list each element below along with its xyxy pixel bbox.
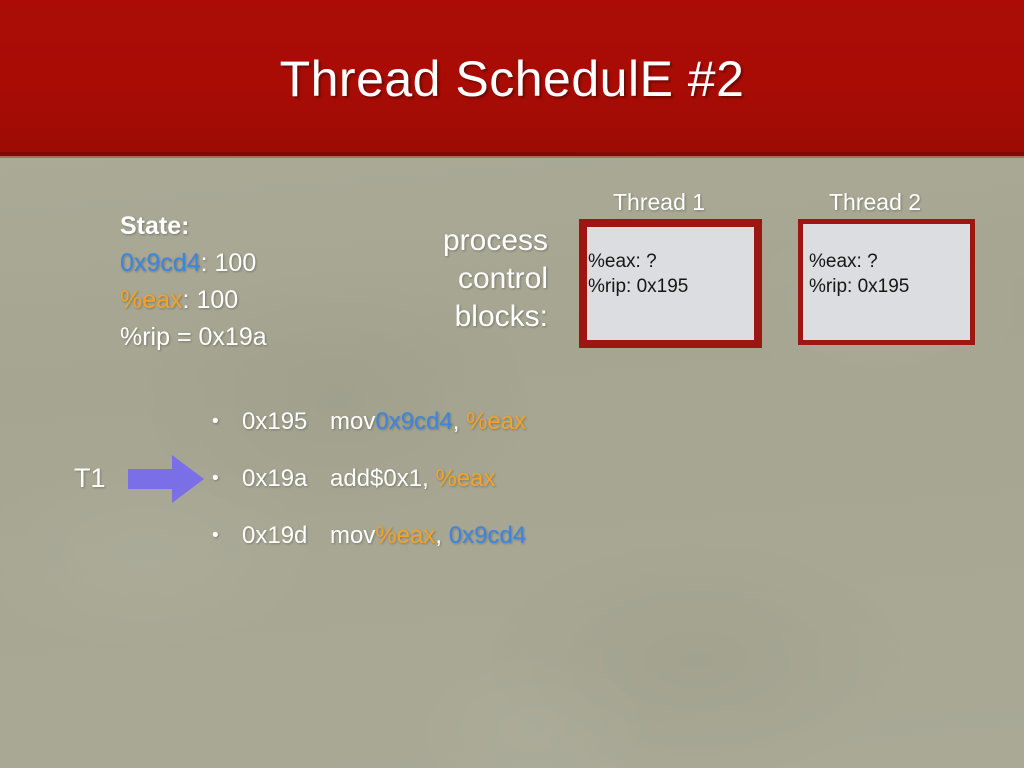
pcb-label-line-2: control bbox=[457, 262, 548, 295]
instruction-comma: , bbox=[422, 465, 436, 492]
instruction-row: • 0x19d mov %eax, 0x9cd4 bbox=[212, 518, 682, 575]
state-block: State: 0x9cd4: 100 %eax: 100 %rip = 0x19… bbox=[120, 208, 380, 356]
instruction-mnemonic: mov bbox=[330, 408, 376, 435]
state-line-rip: %rip = 0x19a bbox=[120, 319, 380, 356]
instruction-operand-2: %eax bbox=[435, 465, 496, 492]
state-heading: State: bbox=[120, 212, 190, 240]
instruction-operand-2: 0x9cd4 bbox=[448, 522, 527, 549]
state-sep-mem: : bbox=[200, 249, 215, 277]
instruction-operand-1: 0x9cd4 bbox=[375, 408, 453, 435]
instruction-address: 0x195 bbox=[242, 408, 308, 435]
instruction-mnemonic: mov bbox=[330, 522, 376, 549]
slide-canvas: Thread SchedulE #2 State: 0x9cd4: 100 %e… bbox=[0, 0, 1024, 768]
current-thread-marker-label: T1 bbox=[74, 463, 106, 493]
state-value-eax: 100 bbox=[196, 286, 239, 314]
instruction-operand-2: %eax bbox=[466, 408, 527, 435]
state-sep-rip: = bbox=[170, 323, 199, 351]
state-key-eax: %eax bbox=[120, 286, 183, 314]
thread-2-rip: %rip: 0x195 bbox=[809, 276, 910, 297]
thread-2-label: Thread 2 bbox=[829, 189, 922, 215]
state-value-mem: 100 bbox=[214, 249, 257, 277]
instruction-mnemonic: add bbox=[330, 465, 371, 492]
thread-1-eax: %eax: ? bbox=[588, 251, 657, 272]
pcb-label-line-1: process bbox=[442, 224, 548, 257]
instruction-address: 0x19d bbox=[242, 522, 308, 549]
bullet-icon: • bbox=[212, 411, 219, 432]
instruction-operand-1: $0x1 bbox=[370, 465, 423, 492]
instruction-comma: , bbox=[452, 408, 467, 435]
state-line-mem: 0x9cd4: 100 bbox=[120, 245, 380, 282]
state-line-eax: %eax: 100 bbox=[120, 282, 380, 319]
title-band-rule-light bbox=[0, 156, 1024, 158]
state-key-mem: 0x9cd4 bbox=[120, 249, 201, 277]
right-arrow-icon bbox=[128, 455, 204, 503]
page-title: Thread SchedulE #2 bbox=[279, 51, 745, 107]
thread-2-eax: %eax: ? bbox=[809, 251, 878, 272]
instruction-address: 0x19a bbox=[242, 465, 308, 492]
state-sep-eax: : bbox=[182, 286, 197, 314]
bullet-icon: • bbox=[212, 525, 219, 546]
thread-1-registers: %eax: ? %rip: 0x195 bbox=[588, 249, 688, 299]
instruction-list: • 0x195 mov 0x9cd4, %eax • 0x19a add $0x1, %… bbox=[212, 404, 682, 575]
instruction-operand-1: %eax bbox=[375, 522, 436, 549]
thread-1-rip: %rip: 0x195 bbox=[588, 276, 689, 297]
process-control-blocks-label: process control blocks: bbox=[360, 222, 548, 336]
instruction-row: • 0x195 mov 0x9cd4, %eax bbox=[212, 404, 682, 461]
instruction-comma: , bbox=[435, 522, 449, 549]
state-key-rip: %rip bbox=[120, 323, 171, 351]
pcb-label-line-3: blocks: bbox=[454, 300, 548, 333]
state-value-rip: 0x19a bbox=[198, 323, 267, 351]
bullet-icon: • bbox=[212, 468, 219, 489]
thread-2-registers: %eax: ? %rip: 0x195 bbox=[809, 249, 909, 299]
instruction-row: • 0x19a add $0x1, %eax bbox=[212, 461, 682, 518]
thread-1-label: Thread 1 bbox=[613, 189, 706, 215]
